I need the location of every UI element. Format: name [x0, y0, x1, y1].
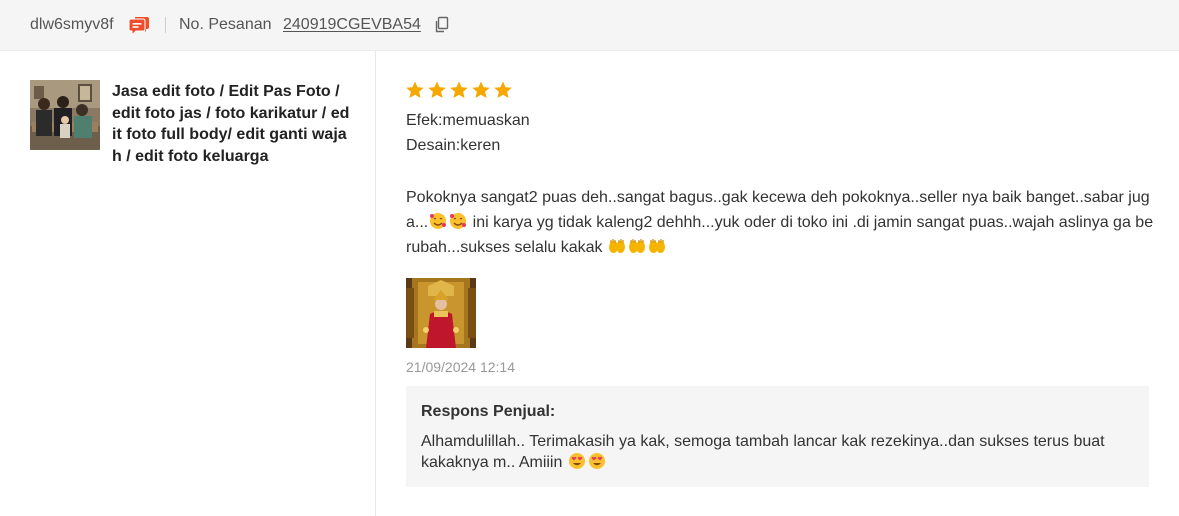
copy-icon[interactable]: [434, 16, 450, 34]
smiling-face-with-hearts-icon: [430, 213, 447, 229]
open-hands-icon: [649, 239, 665, 253]
order-header: dlw6smyv8f No. Pesanan 240919CGEVBA54: [0, 0, 1179, 51]
seller-response-title: Respons Penjual:: [421, 403, 556, 420]
header-divider: [165, 17, 166, 33]
buyer-username[interactable]: dlw6smyv8f: [30, 16, 114, 34]
order-number-label: No. Pesanan: [179, 16, 272, 33]
smiling-face-with-hearts-icon: [450, 213, 467, 229]
review-text: Pokoknya sangat2 puas deh..sangat bagus.…: [406, 185, 1158, 260]
star-icon: [494, 81, 512, 98]
review-attribute-design: Desain:keren: [406, 137, 501, 154]
heart-eyes-icon: [588, 453, 605, 469]
seller-response: Respons Penjual: Alhamdulillah.. Terimak…: [406, 386, 1149, 487]
open-hands-icon: [609, 239, 625, 253]
seller-response-body: Alhamdulillah.. Terimakasih ya kak, semo…: [421, 433, 1105, 471]
review-timestamp: 21/09/2024 12:14: [406, 359, 515, 375]
column-divider: [375, 51, 376, 516]
star-icon: [406, 81, 424, 98]
review-text-part2: ini karya yg tidak kaleng2 dehhh...yuk o…: [406, 214, 1154, 256]
rating-stars: [405, 80, 513, 100]
chat-bubble-icon[interactable]: [128, 16, 150, 37]
product-thumbnail[interactable]: [30, 80, 100, 150]
order-number-link[interactable]: 240919CGEVBA54: [283, 16, 421, 34]
star-icon: [472, 81, 490, 98]
seller-response-text: Alhamdulillah.. Terimakasih ya kak, semo…: [421, 432, 1141, 473]
heart-eyes-icon: [568, 453, 585, 469]
star-icon: [450, 81, 468, 98]
review-attribute-effect: Efek:memuaskan: [406, 112, 530, 129]
open-hands-icon: [629, 239, 645, 253]
product-name[interactable]: Jasa edit foto / Edit Pas Foto / edit fo…: [112, 81, 352, 167]
review-photo[interactable]: [406, 278, 476, 348]
star-icon: [428, 81, 446, 98]
